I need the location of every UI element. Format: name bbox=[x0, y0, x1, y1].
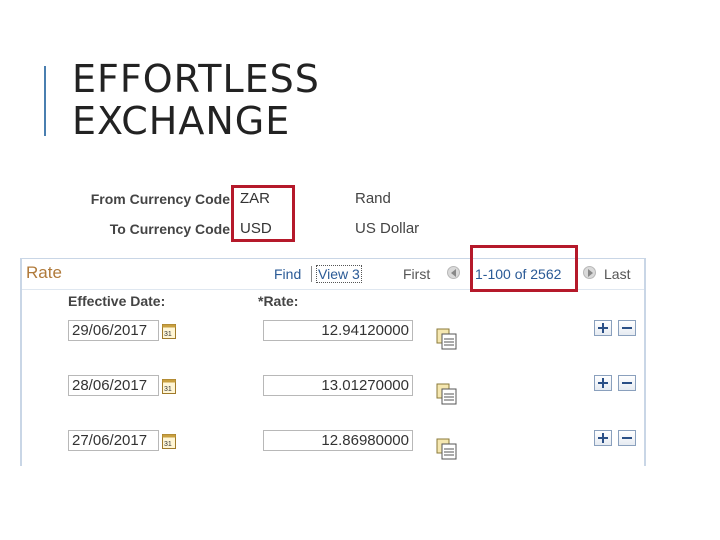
currency-code-highlight bbox=[231, 185, 295, 242]
view-all-link[interactable]: View 3 bbox=[316, 265, 362, 283]
prev-arrow-icon[interactable] bbox=[447, 266, 460, 279]
slide-title-line-2: EXCHANGE bbox=[72, 99, 291, 143]
delete-row-icon[interactable] bbox=[618, 430, 636, 446]
rate-panel-header: Rate Find View 3 First 1-100 of 2562 Las… bbox=[22, 245, 644, 292]
last-link[interactable]: Last bbox=[604, 266, 630, 282]
rate-detail-icon[interactable] bbox=[436, 383, 458, 405]
effective-date-input[interactable]: 27/06/2017 bbox=[68, 430, 159, 451]
from-currency-label: From Currency Code bbox=[90, 191, 230, 207]
rate-input[interactable]: 12.86980000 bbox=[263, 430, 413, 451]
from-currency-row: From Currency Code ZAR Rand bbox=[20, 188, 440, 210]
next-arrow-icon[interactable] bbox=[583, 266, 596, 279]
currency-rate-screen: From Currency Code ZAR Rand To Currency … bbox=[20, 182, 646, 466]
calendar-icon[interactable]: 31 bbox=[162, 323, 176, 339]
calendar-icon[interactable]: 31 bbox=[162, 378, 176, 394]
rate-panel: Rate Find View 3 First 1-100 of 2562 Las… bbox=[20, 245, 646, 466]
rate-row: 27/06/2017 31 12.86980000 bbox=[22, 430, 644, 470]
add-row-icon[interactable] bbox=[594, 375, 612, 391]
pager-highlight bbox=[470, 245, 578, 292]
from-currency-description: Rand bbox=[355, 190, 391, 207]
svg-text:31: 31 bbox=[164, 331, 172, 338]
rate-header: *Rate: bbox=[258, 293, 299, 309]
rate-detail-icon[interactable] bbox=[436, 438, 458, 460]
rate-panel-title: Rate bbox=[26, 263, 62, 282]
effective-date-header: Effective Date: bbox=[68, 293, 166, 309]
find-link[interactable]: Find bbox=[274, 266, 301, 282]
slide-title-line-1: EFFORTLESS bbox=[72, 57, 320, 101]
rate-input[interactable]: 13.01270000 bbox=[263, 375, 413, 396]
to-currency-description: US Dollar bbox=[355, 220, 420, 237]
svg-text:31: 31 bbox=[164, 386, 172, 393]
nav-separator bbox=[311, 266, 312, 282]
to-currency-row: To Currency Code USD US Dollar bbox=[20, 218, 440, 240]
first-link[interactable]: First bbox=[403, 266, 430, 282]
effective-date-input[interactable]: 28/06/2017 bbox=[68, 375, 159, 396]
title-accent-bar bbox=[44, 66, 46, 136]
calendar-icon[interactable]: 31 bbox=[162, 433, 176, 449]
delete-row-icon[interactable] bbox=[618, 320, 636, 336]
effective-date-input[interactable]: 29/06/2017 bbox=[68, 320, 159, 341]
rate-input[interactable]: 12.94120000 bbox=[263, 320, 413, 341]
rate-row: 29/06/2017 31 12.94120000 bbox=[22, 320, 644, 360]
rate-row: 28/06/2017 31 13.01270000 bbox=[22, 375, 644, 415]
rate-detail-icon[interactable] bbox=[436, 328, 458, 350]
add-row-icon[interactable] bbox=[594, 430, 612, 446]
slide-title: EFFORTLESS EXCHANGE bbox=[72, 58, 320, 142]
add-row-icon[interactable] bbox=[594, 320, 612, 336]
svg-text:31: 31 bbox=[164, 441, 172, 448]
delete-row-icon[interactable] bbox=[618, 375, 636, 391]
to-currency-label: To Currency Code bbox=[109, 221, 230, 237]
